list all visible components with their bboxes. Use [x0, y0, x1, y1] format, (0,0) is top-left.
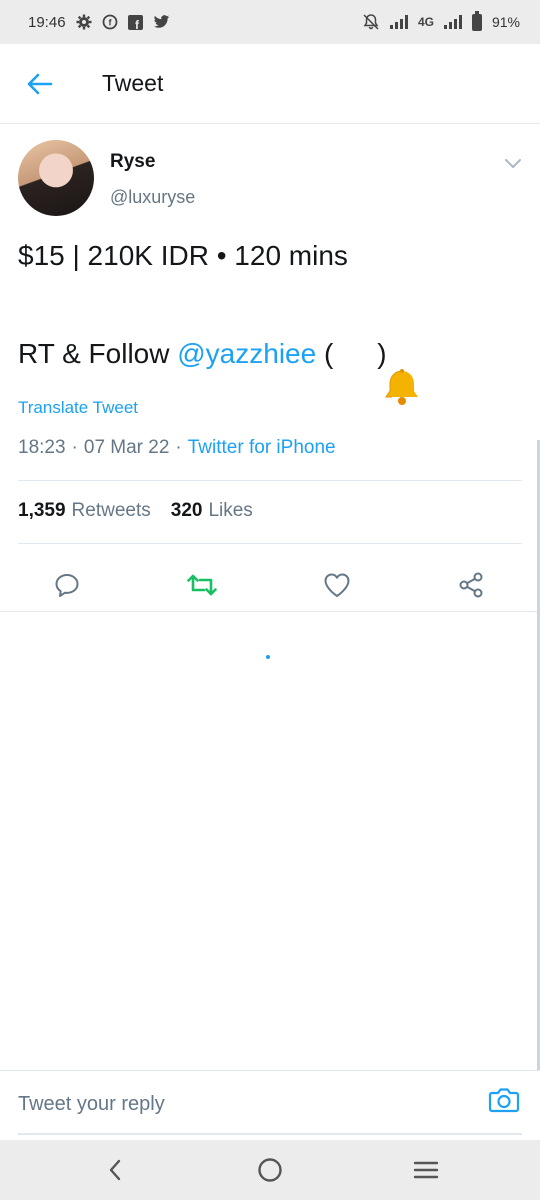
tweet-date: 07 Mar 22	[83, 437, 170, 458]
nav-back-button[interactable]	[85, 1150, 145, 1190]
tweet-actions	[0, 556, 540, 614]
tweet-text-line-1: $15 | 210K IDR • 120 mins	[18, 240, 348, 271]
retweet-button[interactable]	[172, 556, 232, 614]
reply-input[interactable]	[18, 1081, 458, 1127]
loading-indicator	[266, 655, 270, 659]
tweet-stats: 1,359 Retweets 320 Likes	[18, 500, 253, 522]
nav-home-button[interactable]	[240, 1150, 300, 1190]
likes-count: 320	[170, 500, 203, 521]
likes-label: Likes	[208, 500, 253, 521]
battery-level: 91%	[491, 14, 520, 30]
facebook-messenger-icon: f	[102, 14, 118, 30]
battery-icon	[471, 10, 482, 31]
mention-link[interactable]: @yazzhiee	[177, 338, 316, 370]
like-button[interactable]	[307, 556, 367, 614]
translate-tweet-link[interactable]: Translate Tweet	[18, 398, 138, 418]
reply-input-underline	[18, 1133, 522, 1135]
reply-bar	[0, 1070, 540, 1140]
mute-icon	[362, 13, 380, 31]
author-row: Ryse @luxuryse	[0, 124, 540, 220]
twitter-icon	[153, 15, 170, 29]
retweets-label: Retweets	[71, 500, 151, 521]
chevron-down-icon[interactable]	[502, 152, 524, 174]
signal-icon	[389, 15, 408, 29]
tweet-text-line-2: RT & Follow @yazzhiee ( )	[18, 336, 418, 405]
bell-icon	[335, 336, 418, 405]
divider	[18, 480, 522, 481]
divider	[18, 543, 522, 544]
camera-icon	[488, 1088, 520, 1113]
tweet-meta: 18:23 · 07 Mar 22 · Twitter for iPhone	[18, 437, 336, 459]
reply-button[interactable]	[37, 556, 97, 614]
facebook-icon: f	[127, 14, 143, 30]
status-bar: 19:46 f f 4G 91%	[0, 0, 540, 44]
signal-icon-2	[443, 15, 462, 29]
retweets-stat[interactable]: 1,359 Retweets	[18, 500, 151, 522]
status-bar-left: 19:46 f f	[28, 14, 170, 31]
status-bar-right: 4G 91%	[362, 10, 520, 31]
tweet-time: 18:23	[18, 437, 66, 458]
reply-icon	[55, 574, 79, 597]
tweet-text-paren-close: )	[377, 338, 387, 369]
divider	[0, 611, 540, 612]
status-time: 19:46	[28, 13, 66, 31]
header: Tweet	[0, 44, 540, 124]
system-nav-bar	[0, 1140, 540, 1200]
network-type: 4G	[417, 15, 434, 29]
tweet-source-link[interactable]: Twitter for iPhone	[188, 437, 336, 459]
meta-separator: ·	[175, 437, 182, 458]
tweet-text-prefix: RT & Follow	[18, 338, 178, 369]
gear-icon	[76, 14, 92, 30]
svg-text:f: f	[108, 18, 112, 28]
chevron-left-icon	[109, 1159, 121, 1181]
tweet-detail: Ryse @luxuryse $15 | 210K IDR • 120 mins…	[0, 124, 540, 624]
menu-lines-icon	[413, 1161, 439, 1179]
author-name[interactable]: Ryse	[110, 151, 155, 173]
meta-separator: ·	[71, 437, 78, 458]
share-icon	[459, 572, 483, 598]
nav-recents-button[interactable]	[396, 1150, 456, 1190]
back-button[interactable]	[0, 44, 80, 124]
arrow-left-icon	[27, 73, 53, 94]
avatar[interactable]	[18, 140, 94, 216]
likes-stat[interactable]: 320 Likes	[171, 500, 253, 522]
retweet-icon	[187, 574, 217, 596]
heart-icon	[324, 573, 350, 597]
camera-button[interactable]	[488, 1085, 524, 1121]
retweets-count: 1,359	[18, 500, 66, 521]
home-circle-icon	[258, 1158, 282, 1182]
page-title: Tweet	[102, 70, 164, 96]
author-handle[interactable]: @luxuryse	[110, 187, 195, 208]
share-button[interactable]	[441, 556, 501, 614]
tweet-text-paren-open: (	[316, 338, 334, 369]
